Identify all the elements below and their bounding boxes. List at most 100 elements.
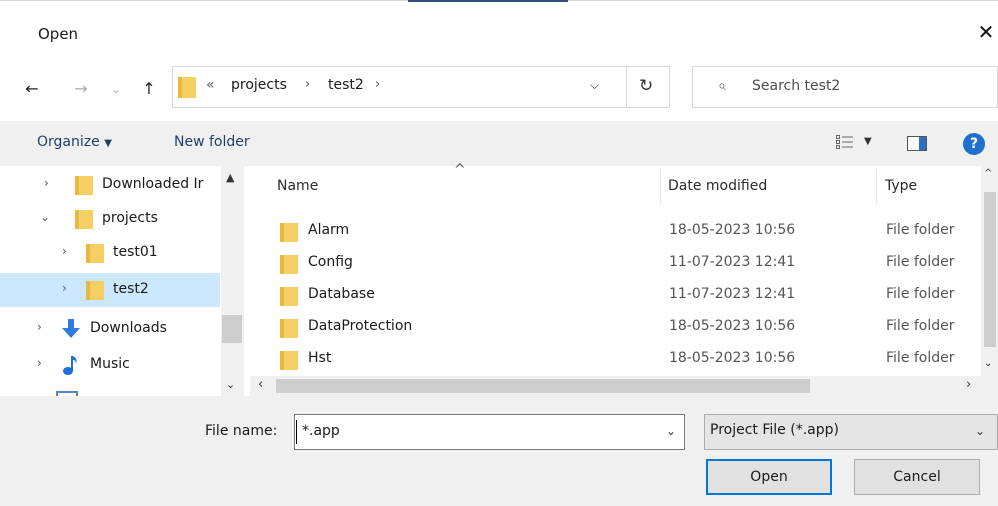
refresh-icon[interactable]: ↻ (639, 76, 653, 96)
help-icon[interactable]: ? (963, 133, 985, 155)
open-button[interactable]: Open (706, 459, 832, 495)
tree-item-label: projects (102, 210, 158, 226)
column-divider[interactable] (660, 170, 661, 204)
download-icon (62, 319, 80, 338)
tree-scrollbar[interactable] (221, 166, 244, 396)
breadcrumb-separator-icon[interactable]: › (375, 77, 380, 92)
scroll-up-arrow-icon[interactable]: ▲ (226, 171, 234, 184)
file-date: 11-07-2023 12:41 (669, 286, 796, 302)
music-icon (63, 356, 77, 375)
tree-scrollbar-thumb[interactable] (222, 315, 242, 343)
file-name: Hst (308, 350, 332, 366)
up-arrow-icon[interactable]: ↑ (137, 77, 161, 101)
column-header-date-modified[interactable]: Date modified (668, 178, 767, 194)
file-date: 18-05-2023 10:56 (669, 318, 796, 334)
file-type: File folder (886, 254, 955, 270)
breadcrumb-test2[interactable]: test2 (328, 77, 364, 93)
organize-button[interactable]: Organize ▼ (37, 134, 112, 150)
file-date: 18-05-2023 10:56 (669, 350, 796, 366)
close-icon[interactable]: ✕ (974, 20, 998, 44)
tree-item-music[interactable]: › Music (0, 348, 220, 382)
tree-item-projects[interactable]: ⌄ projects (0, 202, 220, 236)
file-row[interactable]: Hst 18-05-2023 10:56 File folder (250, 343, 980, 375)
breadcrumb-separator-icon[interactable]: › (305, 77, 310, 92)
file-date: 18-05-2023 10:56 (669, 222, 796, 238)
collapse-chevron-icon[interactable]: ⌄ (40, 210, 50, 224)
file-name-value[interactable]: *.app (302, 423, 340, 439)
forward-arrow-icon[interactable]: → (69, 77, 93, 101)
text-caret (296, 420, 297, 444)
column-divider[interactable] (876, 170, 877, 204)
tree-item-label: Music (90, 356, 130, 372)
breadcrumb-overflow[interactable]: « (206, 77, 215, 93)
expand-chevron-icon[interactable]: › (62, 281, 67, 295)
new-folder-button[interactable]: New folder (174, 134, 250, 150)
vertical-scrollbar-thumb[interactable] (984, 192, 996, 347)
navigation-pane[interactable]: › Downloaded Ir ⌄ projects › test01 › te… (0, 166, 244, 396)
tree-item-label: test2 (113, 281, 149, 297)
folder-icon (75, 210, 93, 229)
file-type: File folder (886, 350, 955, 366)
search-icon: ⌕ (718, 78, 726, 94)
dialog-footer (0, 396, 998, 506)
file-name: Database (308, 286, 375, 302)
window-accent-line (408, 0, 568, 2)
file-name-field[interactable] (294, 414, 685, 450)
folder-icon (86, 244, 104, 263)
scroll-up-arrow-icon[interactable]: ^ (984, 168, 992, 179)
file-name-dropdown-chevron-icon[interactable]: ⌄ (666, 424, 676, 438)
column-header-type[interactable]: Type (885, 178, 917, 194)
tree-item-test01[interactable]: › test01 (0, 236, 220, 270)
file-type: File folder (886, 318, 955, 334)
folder-icon (280, 319, 298, 338)
tree-item-label: Downloaded Ir (102, 176, 204, 192)
preview-pane-icon[interactable] (907, 136, 927, 151)
folder-icon (280, 287, 298, 306)
tree-item-test2[interactable]: › test2 (0, 273, 220, 307)
file-name: DataProtection (308, 318, 413, 334)
file-date: 11-07-2023 12:41 (669, 254, 796, 270)
file-type: File folder (886, 286, 955, 302)
breadcrumb-projects[interactable]: projects (231, 77, 287, 93)
expand-chevron-icon[interactable]: › (62, 244, 67, 258)
expand-chevron-icon[interactable]: › (37, 320, 42, 334)
scroll-down-arrow-icon[interactable]: ⌄ (226, 378, 235, 391)
filter-dropdown-chevron-icon[interactable]: ⌄ (975, 424, 985, 438)
address-history-chevron-icon[interactable]: ⌵ (590, 78, 599, 93)
folder-icon (280, 223, 298, 242)
tree-item-label: Downloads (90, 320, 167, 336)
tree-item-downloaded[interactable]: › Downloaded Ir (0, 168, 220, 202)
organize-label: Organize (37, 134, 100, 150)
file-row[interactable]: Alarm 18-05-2023 10:56 File folder (250, 215, 980, 247)
column-header-name[interactable]: Name (277, 178, 318, 194)
file-name: Alarm (308, 222, 350, 238)
sort-ascending-icon: ^ (454, 162, 466, 178)
tree-item-label: test01 (113, 244, 158, 260)
folder-icon (178, 77, 196, 98)
file-row[interactable]: Config 11-07-2023 12:41 File folder (250, 247, 980, 279)
scroll-down-arrow-icon[interactable]: ⌄ (984, 358, 992, 369)
back-arrow-icon[interactable]: ← (20, 77, 44, 101)
folder-icon (280, 351, 298, 370)
expand-chevron-icon[interactable]: › (44, 176, 49, 190)
file-name-label: File name: (205, 423, 278, 439)
recent-locations-chevron-icon[interactable]: ⌄ (104, 78, 128, 102)
window-title: Open (38, 25, 79, 43)
folder-icon (75, 176, 93, 195)
folder-icon (280, 255, 298, 274)
tree-item-downloads[interactable]: › Downloads (0, 312, 220, 346)
cancel-button[interactable]: Cancel (854, 459, 980, 495)
search-placeholder[interactable]: Search test2 (752, 78, 840, 94)
file-name: Config (308, 254, 353, 270)
file-row[interactable]: Database 11-07-2023 12:41 File folder (250, 279, 980, 311)
horizontal-scrollbar-thumb[interactable] (276, 379, 810, 393)
dropdown-arrow-icon: ▼ (104, 138, 112, 149)
file-type-filter-value[interactable]: Project File (*.app) (710, 422, 839, 438)
search-input[interactable] (692, 66, 998, 108)
view-dropdown-arrow-icon[interactable]: ▼ (864, 136, 872, 147)
scroll-right-arrow-icon[interactable]: › (966, 377, 971, 392)
expand-chevron-icon[interactable]: › (37, 356, 42, 370)
view-options-icon[interactable] (836, 134, 854, 150)
file-row[interactable]: DataProtection 18-05-2023 10:56 File fol… (250, 311, 980, 343)
scroll-left-arrow-icon[interactable]: ‹ (258, 377, 263, 392)
